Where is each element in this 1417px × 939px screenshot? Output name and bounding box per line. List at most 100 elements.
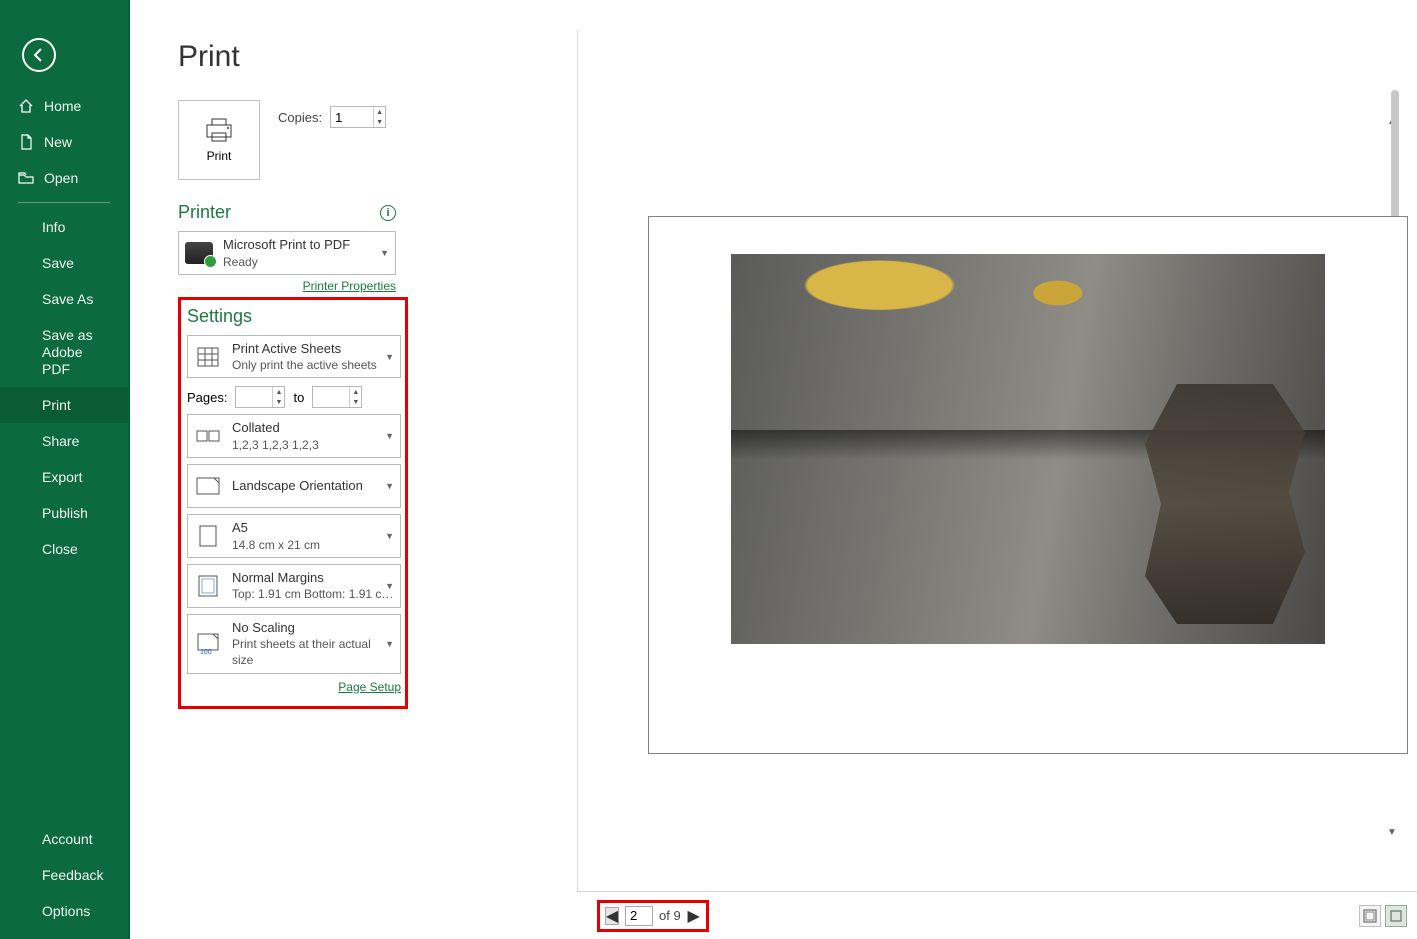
sidebar-divider (18, 202, 110, 203)
copies-input[interactable] (331, 107, 373, 127)
preview-page (648, 216, 1408, 754)
sidebar-item-options[interactable]: Options (0, 893, 128, 929)
print-what-dropdown[interactable]: Print Active Sheets Only print the activ… (187, 335, 401, 379)
chevron-down-icon: ▼ (385, 481, 394, 491)
margins-icon (194, 572, 222, 600)
scroll-down-icon[interactable]: ▼ (1387, 827, 1397, 837)
print-what-sub: Only print the active sheets (232, 357, 394, 373)
scaling-dropdown[interactable]: 100 No Scaling Print sheets at their act… (187, 614, 401, 674)
preview-footer: ◀ of 9 ▶ (577, 891, 1417, 939)
copies-up[interactable]: ▲ (373, 107, 385, 117)
margins-dropdown[interactable]: Normal Margins Top: 1.91 cm Bottom: 1.91… (187, 564, 401, 608)
settings-section-title: Settings (187, 306, 399, 327)
margins-title: Normal Margins (232, 569, 394, 587)
sidebar-item-label: Home (44, 98, 81, 114)
paper-title: A5 (232, 519, 394, 537)
pages-from-down[interactable]: ▼ (272, 397, 284, 407)
sidebar-item-publish[interactable]: Publish (0, 495, 128, 531)
sidebar-item-label: Export (42, 469, 82, 485)
print-what-title: Print Active Sheets (232, 340, 394, 358)
printer-status: Ready (223, 254, 389, 270)
print-button-label: Print (207, 149, 232, 163)
sidebar-item-account[interactable]: Account (0, 821, 128, 857)
copies-down[interactable]: ▼ (373, 117, 385, 127)
sidebar-item-label: Print (42, 397, 71, 413)
sidebar-item-label: New (44, 134, 72, 150)
chevron-down-icon: ▼ (385, 431, 394, 441)
home-icon (18, 98, 34, 114)
settings-highlight-box: Settings Print Active Sheets Only print … (178, 297, 408, 709)
paper-icon (194, 522, 222, 550)
printer-name: Microsoft Print to PDF (223, 236, 389, 254)
sidebar-item-label: Publish (42, 505, 88, 521)
sidebar-item-save[interactable]: Save (0, 245, 128, 281)
sidebar-item-label: Share (42, 433, 79, 449)
sidebar-item-feedback[interactable]: Feedback (0, 857, 128, 893)
sidebar-item-label: Feedback (42, 867, 103, 883)
pager-highlight-box: ◀ of 9 ▶ (597, 900, 709, 932)
scaling-sub: Print sheets at their actual size (232, 636, 394, 668)
sidebar-item-save-as[interactable]: Save As (0, 281, 128, 317)
info-icon[interactable]: i (380, 205, 396, 221)
collated-icon (194, 422, 222, 450)
pages-from-spinner[interactable]: ▲▼ (235, 386, 285, 408)
sidebar-item-close[interactable]: Close (0, 531, 128, 567)
copies-spinner[interactable]: ▲ ▼ (330, 106, 386, 128)
sidebar-item-save-adobe-pdf[interactable]: Save as Adobe PDF (0, 317, 128, 387)
pages-from-up[interactable]: ▲ (272, 387, 284, 397)
folder-open-icon (18, 170, 34, 186)
sidebar-item-label: Close (42, 541, 78, 557)
printer-section-title: Printer i (178, 202, 396, 223)
margins-sub: Top: 1.91 cm Bottom: 1.91 c… (232, 586, 394, 602)
pages-to-spinner[interactable]: ▲▼ (312, 386, 362, 408)
sidebar-item-print[interactable]: Print (0, 387, 128, 423)
svg-text:100: 100 (200, 649, 212, 655)
pages-to-input[interactable] (313, 387, 349, 407)
scaling-icon: 100 (194, 630, 222, 658)
chevron-down-icon: ▼ (385, 352, 394, 362)
sheets-icon (194, 343, 222, 371)
printer-section-text: Printer (178, 202, 231, 223)
sidebar-item-label: Open (44, 170, 78, 186)
copies-label: Copies: (278, 110, 322, 125)
sidebar-item-home[interactable]: Home (0, 88, 128, 124)
pages-label: Pages: (187, 390, 227, 405)
zoom-to-page-button[interactable] (1385, 905, 1407, 927)
orientation-title: Landscape Orientation (232, 477, 394, 495)
chevron-down-icon: ▼ (385, 581, 394, 591)
page-total-label: of 9 (659, 908, 681, 923)
backstage-sidebar: Home New Open Info Save Save As Save as … (0, 0, 130, 939)
sidebar-item-new[interactable]: New (0, 124, 128, 160)
orientation-dropdown[interactable]: Landscape Orientation ▼ (187, 464, 401, 508)
preview-image (731, 254, 1325, 644)
paper-size-dropdown[interactable]: A5 14.8 cm x 21 cm ▼ (187, 514, 401, 558)
back-button[interactable] (22, 38, 56, 72)
show-margins-button[interactable] (1359, 905, 1381, 927)
collation-dropdown[interactable]: Collated 1,2,3 1,2,3 1,2,3 ▼ (187, 414, 401, 458)
landscape-icon (194, 472, 222, 500)
pages-from-input[interactable] (236, 387, 272, 407)
pages-to-down[interactable]: ▼ (349, 397, 361, 407)
sidebar-item-export[interactable]: Export (0, 459, 128, 495)
sidebar-item-share[interactable]: Share (0, 423, 128, 459)
sidebar-item-open[interactable]: Open (0, 160, 128, 196)
sidebar-item-info[interactable]: Info (0, 209, 128, 245)
printer-properties-link[interactable]: Printer Properties (178, 279, 396, 293)
scaling-title: No Scaling (232, 619, 394, 637)
chevron-down-icon: ▼ (385, 639, 394, 649)
printer-status-icon (185, 239, 213, 267)
page-setup-link[interactable]: Page Setup (187, 680, 401, 694)
print-button[interactable]: Print (178, 100, 260, 180)
collation-title: Collated (232, 419, 394, 437)
prev-page-button[interactable]: ◀ (605, 907, 619, 925)
sidebar-item-label: Save as Adobe PDF (42, 327, 110, 377)
printer-dropdown[interactable]: Microsoft Print to PDF Ready ▼ (178, 231, 396, 275)
sidebar-item-label: Save As (42, 291, 93, 307)
chevron-down-icon: ▼ (385, 531, 394, 541)
pages-to-up[interactable]: ▲ (349, 387, 361, 397)
paper-sub: 14.8 cm x 21 cm (232, 537, 394, 553)
printer-icon (203, 117, 235, 143)
next-page-button[interactable]: ▶ (687, 907, 701, 925)
sidebar-item-label: Save (42, 255, 74, 271)
current-page-input[interactable] (625, 906, 653, 926)
